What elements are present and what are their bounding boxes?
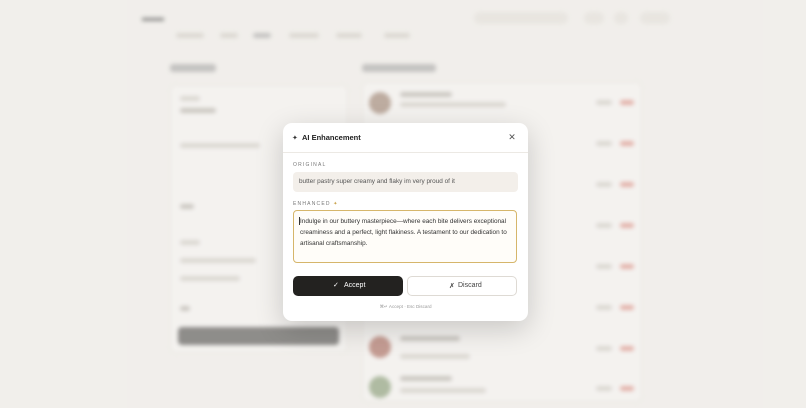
original-label: ORIGINAL [293, 162, 327, 168]
discard-label: Discard [458, 282, 482, 289]
original-text: butter pastry super creamy and flaky im … [299, 178, 455, 185]
original-label-text: ORIGINAL [293, 162, 327, 168]
keyboard-shortcut-hint: ⌘↵ Accept · Esc Discard [379, 304, 432, 309]
checkmark-icon: ✓ [333, 282, 339, 289]
close-icon[interactable]: ✕ [507, 132, 517, 142]
enhanced-label-text: ENHANCED [293, 201, 331, 207]
x-icon: ✗ [449, 283, 455, 290]
enhanced-text-editor[interactable]: Indulge in our buttery masterpiece—where… [293, 210, 517, 263]
dialog-title: AI Enhancement [302, 133, 361, 142]
sparkle-icon: ✦ [292, 135, 298, 142]
original-text-box: butter pastry super creamy and flaky im … [293, 172, 518, 192]
ai-enhancement-dialog: ✦ AI Enhancement ✕ ORIGINAL butter pastr… [283, 123, 528, 321]
discard-button[interactable]: ✗ Discard [407, 276, 517, 296]
sparkle-icon: ✦ [333, 201, 339, 207]
enhanced-text[interactable]: Indulge in our buttery masterpiece—where… [300, 216, 512, 249]
accept-label: Accept [344, 282, 366, 289]
dialog-header: ✦ AI Enhancement ✕ [283, 123, 528, 153]
enhanced-label: ENHANCED ✦ [293, 201, 339, 207]
accept-button[interactable]: ✓ Accept [293, 276, 403, 296]
